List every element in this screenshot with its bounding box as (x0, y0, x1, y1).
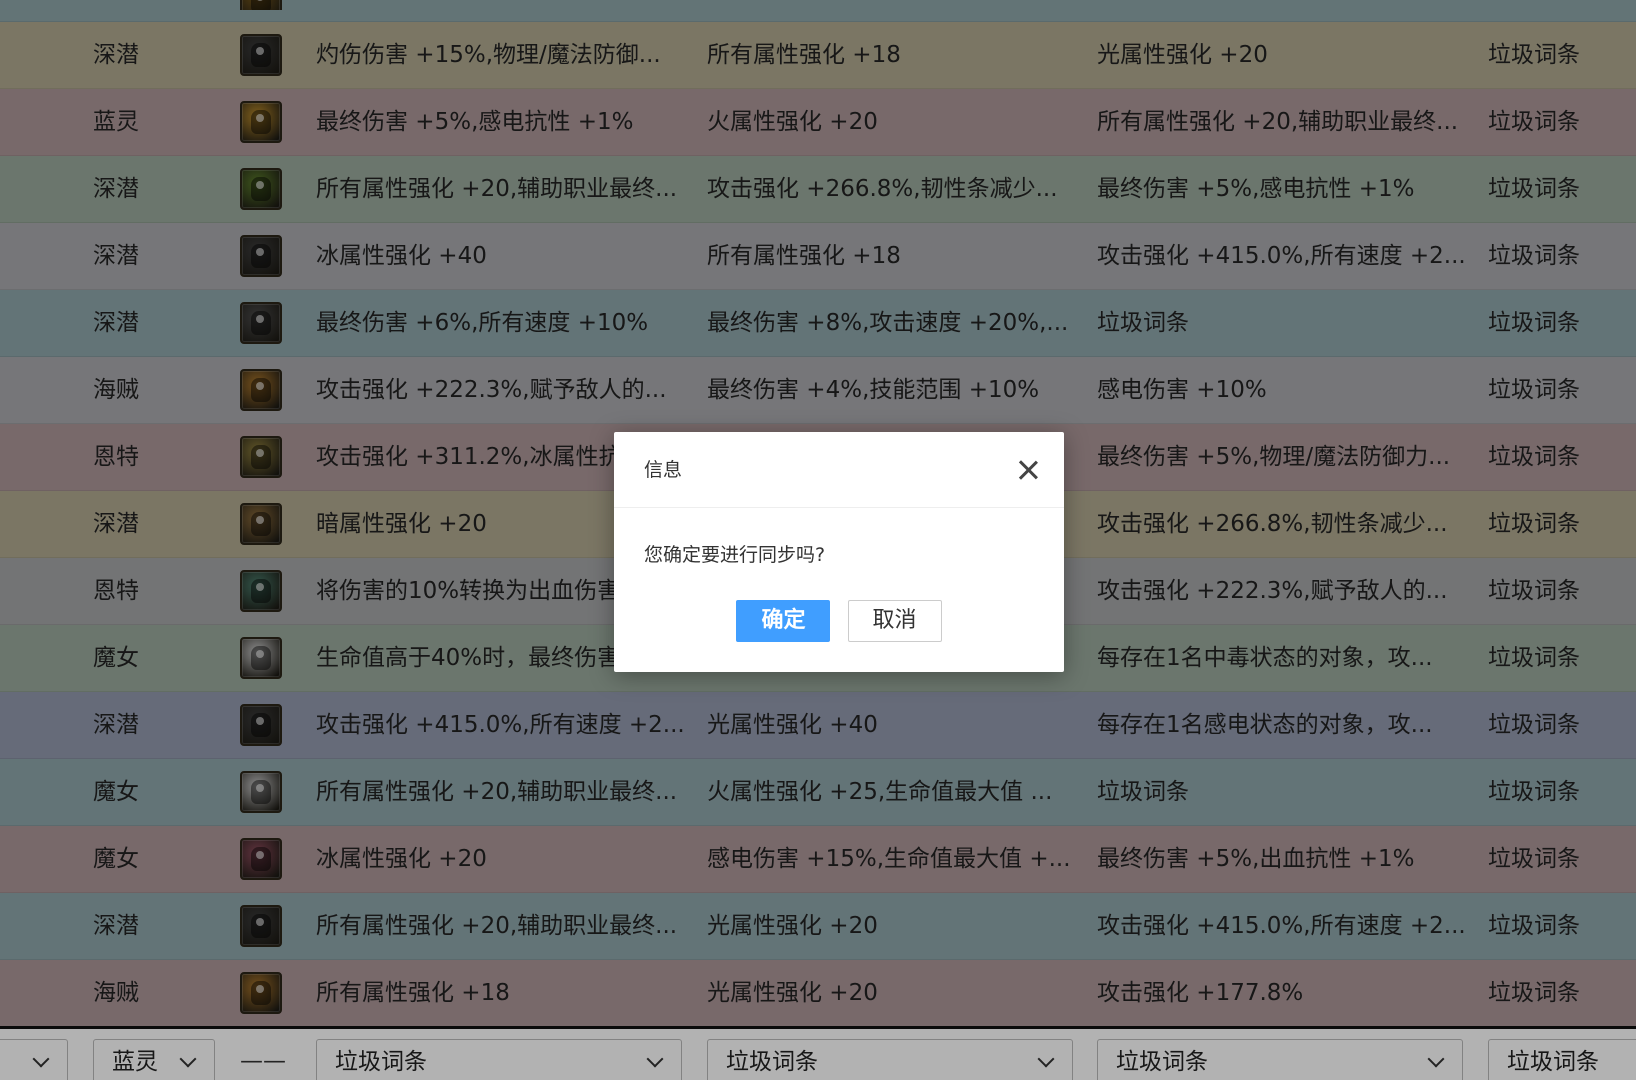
cancel-button[interactable]: 取消 (847, 600, 942, 642)
close-icon[interactable] (1014, 456, 1042, 484)
dialog-footer: 确定 取消 (614, 600, 1064, 642)
dialog-header: 信息 (614, 432, 1064, 508)
confirm-button[interactable]: 确定 (736, 600, 831, 642)
dialog-body: 您确定要进行同步吗? (614, 508, 1064, 600)
page: 深潜 灼伤伤害 +15%,物理/魔法防御... 所有属性强化 +18 光属性强化 +2… (0, 0, 1636, 1080)
dialog-title: 信息 (644, 459, 683, 481)
sync-confirm-dialog: 信息 您确定要进行同步吗? 确定 取消 (614, 432, 1064, 672)
dialog-message: 您确定要进行同步吗? (644, 544, 826, 566)
